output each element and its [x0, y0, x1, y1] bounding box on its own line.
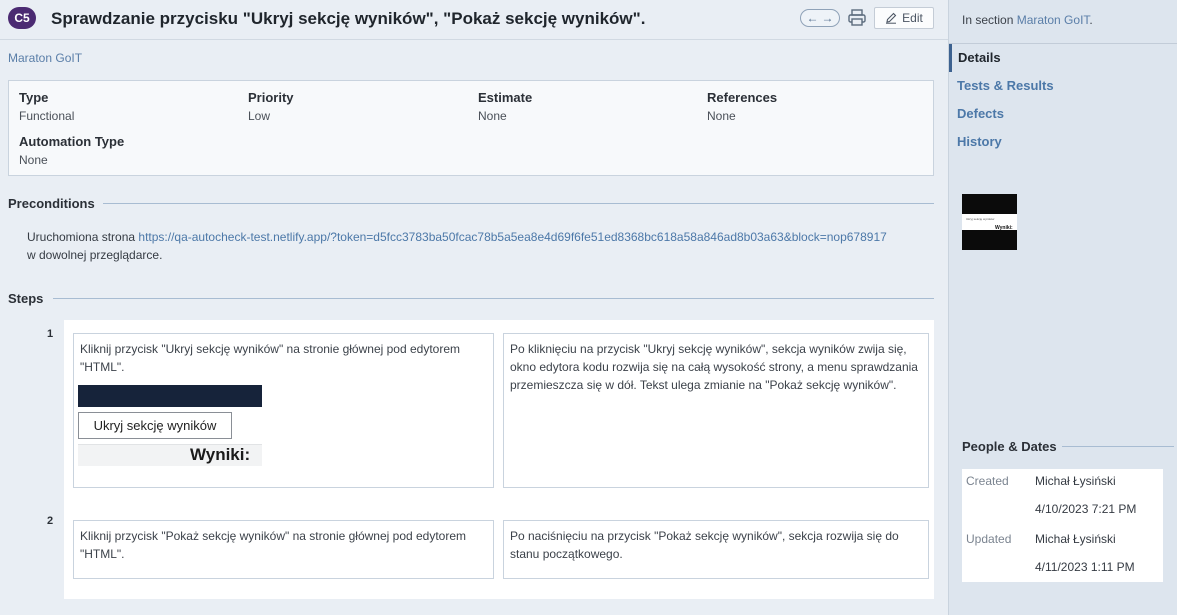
page-title: Sprawdzanie przycisku "Ukryj sekcję wyni…: [51, 9, 646, 28]
field-value: None: [478, 109, 507, 123]
section-divider: [1062, 446, 1174, 447]
people-dates-panel: Created Michał Łysiński 4/10/2023 7:21 P…: [962, 469, 1163, 582]
sidebar-item-tests-results[interactable]: Tests & Results: [949, 72, 1177, 100]
edit-button[interactable]: Edit: [874, 7, 934, 29]
case-fields: Type Functional Priority Low Estimate No…: [8, 80, 934, 176]
field-label: Priority: [248, 90, 294, 105]
step-action-text: Kliknij przycisk "Ukryj sekcję wyników" …: [80, 342, 460, 374]
thumbnail-band-bottom: [962, 230, 1017, 250]
thumbnail-band-top: [962, 194, 1017, 214]
field-label: Estimate: [478, 90, 533, 105]
field-references: References None: [707, 90, 777, 123]
preconditions-heading: Preconditions: [8, 196, 95, 211]
updated-label: Updated: [966, 532, 1012, 546]
sidebar-item-history[interactable]: History: [949, 128, 1177, 156]
step-screenshot-button: Ukryj sekcję wyników: [78, 412, 232, 439]
prev-arrow-icon[interactable]: ←: [807, 10, 819, 26]
sidebar-nav: Details Tests & Results Defects History: [949, 44, 1177, 156]
section-divider: [103, 203, 934, 204]
steps-heading: Steps: [8, 291, 44, 306]
step-action-text: Kliknij przycisk "Pokaż sekcję wyników" …: [80, 529, 467, 561]
main-content: C5 Sprawdzanie przycisku "Ukryj sekcję w…: [0, 0, 948, 615]
field-label: Automation Type: [19, 134, 125, 149]
step-expected: Po naciśnięciu na przycisk "Pokaż sekcję…: [503, 520, 929, 579]
field-label: Type: [19, 90, 49, 105]
case-header: C5 Sprawdzanie przycisku "Ukryj sekcję w…: [0, 0, 948, 40]
step-action: Kliknij przycisk "Pokaż sekcję wyników" …: [73, 520, 494, 579]
breadcrumb[interactable]: Maraton GoIT: [8, 51, 82, 65]
field-label: References: [707, 90, 778, 105]
step-number: 2: [46, 515, 54, 527]
pencil-icon: [886, 12, 897, 24]
created-label: Created: [966, 474, 1009, 488]
sidebar-item-defects[interactable]: Defects: [949, 100, 1177, 128]
field-automation-type: Automation Type None: [19, 134, 124, 167]
created-at: 4/10/2023 7:21 PM: [1035, 502, 1137, 516]
in-section-link[interactable]: Maraton GoIT: [1017, 13, 1090, 27]
thumbnail-text: Ukryj sekcję wyników: [966, 217, 995, 221]
step-screenshot-label: Wyniki:: [190, 445, 251, 464]
attachment-thumbnail[interactable]: Ukryj sekcję wyników Wyniki:: [962, 194, 1017, 250]
section-divider: [53, 298, 934, 299]
edit-button-label: Edit: [902, 11, 923, 25]
in-section-info: In section Maraton GoIT.: [962, 13, 1093, 27]
field-value: None: [707, 109, 736, 123]
precondition-link[interactable]: https://qa-autocheck-test.netlify.app/?t…: [138, 230, 886, 244]
updated-by: Michał Łysiński: [1035, 532, 1116, 546]
prev-next-navigation: ← →: [800, 9, 840, 27]
case-id-badge: C5: [8, 7, 36, 29]
step-expected: Po kliknięciu na przycisk "Ukryj sekcję …: [503, 333, 929, 488]
in-section-suffix: .: [1089, 13, 1093, 27]
in-section-prefix: In section: [962, 13, 1017, 27]
step-number: 1: [46, 328, 54, 340]
field-estimate: Estimate None: [478, 90, 532, 123]
updated-at: 4/11/2023 1:11 PM: [1035, 560, 1135, 574]
precondition-text-end: w dowolnej przeglądarce.: [27, 248, 163, 262]
field-value: Functional: [19, 109, 75, 123]
precondition-text-start: Uruchomiona strona: [27, 230, 139, 244]
step-expected-text: Po kliknięciu na przycisk "Ukryj sekcję …: [510, 342, 918, 392]
step-screenshot-header: [78, 385, 262, 407]
field-priority: Priority Low: [248, 90, 294, 123]
people-dates-heading: People & Dates: [962, 439, 1057, 454]
field-value: Low: [248, 109, 271, 123]
print-icon[interactable]: [848, 9, 866, 26]
field-type: Type Functional: [19, 90, 74, 123]
sidebar-item-details[interactable]: Details: [949, 44, 1177, 72]
next-arrow-icon[interactable]: →: [822, 10, 834, 26]
preconditions-text: Uruchomiona strona https://qa-autocheck-…: [27, 228, 932, 264]
field-value: None: [19, 153, 48, 167]
step-expected-text: Po naciśnięciu na przycisk "Pokaż sekcję…: [510, 529, 899, 561]
created-by: Michał Łysiński: [1035, 474, 1116, 488]
